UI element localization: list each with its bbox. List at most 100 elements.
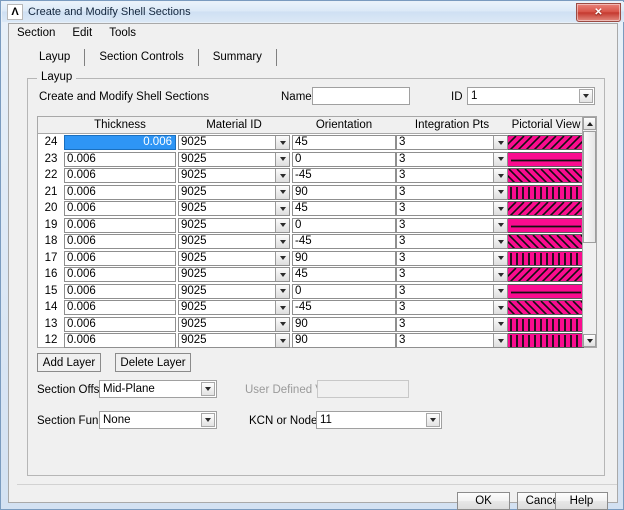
tab-layup[interactable]: Layup <box>25 48 84 66</box>
table-row[interactable]: 17 0.006 9025 90 3 <box>38 250 584 267</box>
table-row[interactable]: 21 0.006 9025 90 3 <box>38 184 584 201</box>
thickness-cell[interactable]: 0.006 <box>64 184 176 200</box>
material-id-cell[interactable]: 9025 <box>178 300 290 315</box>
thickness-cell[interactable]: 0.006 <box>64 333 176 348</box>
material-id-cell[interactable]: 9025 <box>178 168 290 183</box>
table-row[interactable]: 15 0.006 9025 0 3 <box>38 283 584 300</box>
table-row[interactable]: 18 0.006 9025 -45 3 <box>38 233 584 250</box>
chevron-down-icon[interactable] <box>275 218 289 232</box>
integration-pts-cell[interactable]: 3 <box>396 135 508 150</box>
chevron-down-icon[interactable] <box>493 334 507 347</box>
orientation-cell[interactable]: -45 <box>292 168 396 183</box>
chevron-down-icon[interactable] <box>493 152 507 166</box>
table-row[interactable]: 13 0.006 9025 90 3 <box>38 316 584 333</box>
chevron-down-icon[interactable] <box>275 251 289 265</box>
chevron-down-icon[interactable] <box>493 317 507 331</box>
table-row[interactable]: 12 0.006 9025 90 3 <box>38 332 584 349</box>
orientation-cell[interactable]: 90 <box>292 333 396 348</box>
integration-pts-cell[interactable]: 3 <box>396 184 508 200</box>
integration-pts-cell[interactable]: 3 <box>396 250 508 266</box>
chevron-down-icon[interactable] <box>275 235 289 248</box>
chevron-down-icon[interactable] <box>493 185 507 199</box>
chevron-down-icon[interactable] <box>275 152 289 166</box>
material-id-cell[interactable]: 9025 <box>178 135 290 150</box>
orientation-cell[interactable]: 90 <box>292 250 396 266</box>
orientation-cell[interactable]: 90 <box>292 316 396 332</box>
chevron-down-icon[interactable] <box>275 169 289 182</box>
orientation-cell[interactable]: 45 <box>292 201 396 216</box>
table-scrollbar[interactable] <box>582 117 596 347</box>
scroll-down-button[interactable] <box>583 334 596 347</box>
menu-item-edit[interactable]: Edit <box>72 27 92 39</box>
chevron-down-icon[interactable] <box>275 136 289 149</box>
scrollbar-thumb[interactable] <box>583 131 596 243</box>
orientation-cell[interactable]: -45 <box>292 234 396 249</box>
thickness-cell[interactable]: 0.006 <box>64 316 176 332</box>
chevron-down-icon[interactable] <box>275 268 289 281</box>
chevron-down-icon[interactable] <box>275 202 289 215</box>
table-row[interactable]: 20 0.006 9025 45 3 <box>38 200 584 217</box>
ok-button[interactable]: OK <box>457 492 510 510</box>
chevron-down-icon[interactable] <box>493 235 507 248</box>
section-offset-combo[interactable]: Mid-Plane <box>99 380 217 398</box>
chevron-down-icon[interactable] <box>493 251 507 265</box>
orientation-cell[interactable]: -45 <box>292 300 396 315</box>
orientation-cell[interactable]: 45 <box>292 267 396 282</box>
integration-pts-cell[interactable]: 3 <box>396 316 508 332</box>
chevron-down-icon[interactable] <box>275 284 289 298</box>
chevron-down-icon[interactable] <box>493 301 507 314</box>
chevron-down-icon[interactable] <box>275 317 289 331</box>
thickness-cell[interactable]: 0.006 <box>64 201 176 216</box>
chevron-down-icon[interactable] <box>275 334 289 347</box>
section-function-combo[interactable]: None <box>99 411 217 429</box>
thickness-cell[interactable]: 0.006 <box>64 283 176 299</box>
integration-pts-cell[interactable]: 3 <box>396 283 508 299</box>
menu-item-tools[interactable]: Tools <box>109 27 136 39</box>
chevron-down-icon[interactable] <box>493 169 507 182</box>
tab-section-controls[interactable]: Section Controls <box>85 48 197 66</box>
thickness-cell[interactable]: 0.006 <box>64 234 176 249</box>
thickness-cell[interactable]: 0.006 <box>64 267 176 282</box>
chevron-down-icon[interactable] <box>275 185 289 199</box>
chevron-down-icon[interactable] <box>493 218 507 232</box>
table-row[interactable]: 14 0.006 9025 -45 3 <box>38 299 584 316</box>
material-id-cell[interactable]: 9025 <box>178 234 290 249</box>
chevron-down-icon[interactable] <box>201 413 215 427</box>
material-id-cell[interactable]: 9025 <box>178 217 290 233</box>
integration-pts-cell[interactable]: 3 <box>396 151 508 167</box>
integration-pts-cell[interactable]: 3 <box>396 300 508 315</box>
orientation-cell[interactable]: 0 <box>292 217 396 233</box>
thickness-cell[interactable]: 0.006 <box>64 250 176 266</box>
orientation-cell[interactable]: 0 <box>292 151 396 167</box>
material-id-cell[interactable]: 9025 <box>178 250 290 266</box>
integration-pts-cell[interactable]: 3 <box>396 217 508 233</box>
integration-pts-cell[interactable]: 3 <box>396 201 508 216</box>
table-row[interactable]: 19 0.006 9025 0 3 <box>38 217 584 234</box>
material-id-cell[interactable]: 9025 <box>178 267 290 282</box>
table-row[interactable]: 22 0.006 9025 -45 3 <box>38 167 584 184</box>
thickness-cell[interactable]: 0.006 <box>64 217 176 233</box>
thickness-cell[interactable]: 0.006 <box>64 300 176 315</box>
help-button[interactable]: Help <box>555 492 608 510</box>
material-id-cell[interactable]: 9025 <box>178 333 290 348</box>
table-row[interactable]: 23 0.006 9025 0 3 <box>38 151 584 168</box>
thickness-cell[interactable]: 0.006 <box>64 168 176 183</box>
delete-layer-button[interactable]: Delete Layer <box>115 353 191 372</box>
orientation-cell[interactable]: 0 <box>292 283 396 299</box>
chevron-down-icon[interactable] <box>201 382 215 396</box>
chevron-down-icon[interactable] <box>275 301 289 314</box>
integration-pts-cell[interactable]: 3 <box>396 267 508 282</box>
chevron-down-icon[interactable] <box>426 413 440 427</box>
chevron-down-icon[interactable] <box>493 202 507 215</box>
material-id-cell[interactable]: 9025 <box>178 201 290 216</box>
name-input[interactable] <box>312 87 410 105</box>
add-layer-button[interactable]: Add Layer <box>37 353 101 372</box>
material-id-cell[interactable]: 9025 <box>178 151 290 167</box>
tab-summary[interactable]: Summary <box>199 48 276 66</box>
table-row[interactable]: 24 0.006 9025 45 3 <box>38 134 584 151</box>
menu-item-section[interactable]: Section <box>17 27 55 39</box>
integration-pts-cell[interactable]: 3 <box>396 234 508 249</box>
orientation-cell[interactable]: 90 <box>292 184 396 200</box>
integration-pts-cell[interactable]: 3 <box>396 168 508 183</box>
chevron-down-icon[interactable] <box>493 284 507 298</box>
